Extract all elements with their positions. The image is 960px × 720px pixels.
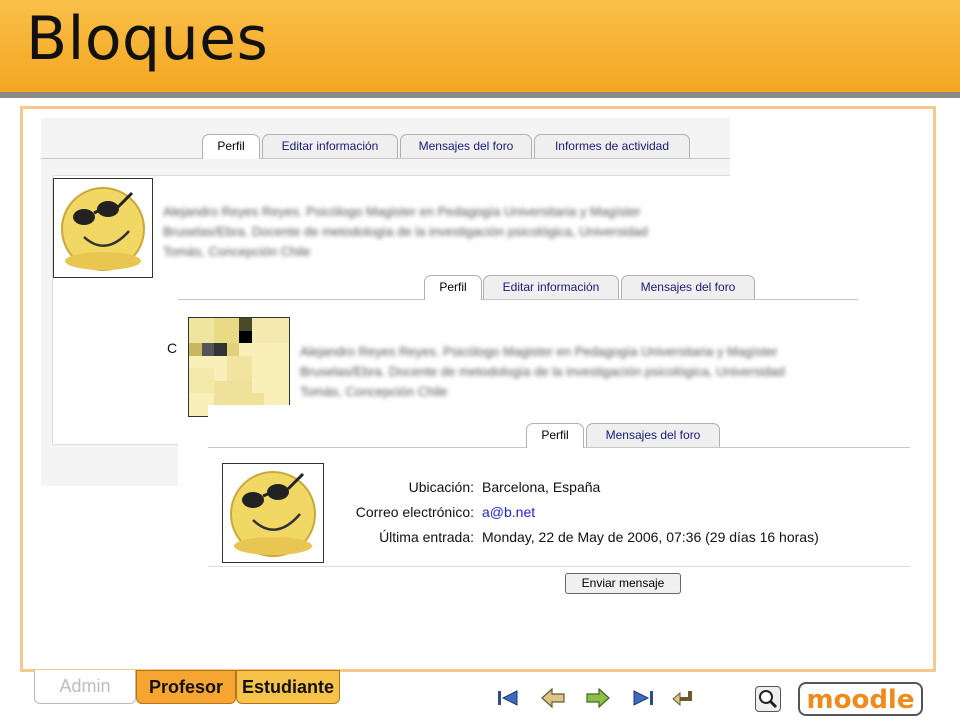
tab-bar: Perfil Mensajes del foro <box>208 421 910 448</box>
previous-slide-icon[interactable] <box>540 687 566 709</box>
email-link[interactable]: a@b.net <box>482 504 535 520</box>
last-slide-icon[interactable] <box>630 687 656 709</box>
pixelated-avatar-icon <box>189 318 289 416</box>
last-access-value: Monday, 22 de May de 2006, 07:36 (29 día… <box>482 529 819 545</box>
search-button[interactable] <box>755 686 781 712</box>
tab-informes-de-actividad[interactable]: Informes de actividad <box>534 134 690 158</box>
partial-label: C <box>167 340 178 356</box>
tab-mensajes-del-foro[interactable]: Mensajes del foro <box>586 423 720 447</box>
location-label: Ubicación: <box>408 479 474 495</box>
smiley-avatar-icon <box>61 187 145 271</box>
tab-bar: Perfil Editar información Mensajes del f… <box>178 273 858 300</box>
header-divider <box>0 92 960 98</box>
last-access-label: Última entrada: <box>379 529 474 545</box>
return-icon[interactable] <box>670 687 696 709</box>
tab-bar: Perfil Editar información Mensajes del f… <box>41 132 730 159</box>
email-label: Correo electrónico: <box>355 504 474 520</box>
location-value: Barcelona, España <box>482 479 601 495</box>
tab-perfil[interactable]: Perfil <box>202 134 260 159</box>
tab-editar-informacion[interactable]: Editar información <box>262 134 398 158</box>
first-slide-icon[interactable] <box>495 687 521 709</box>
profile-description: Alejandro Reyes Reyes. Psicólogo Magiste… <box>163 204 648 259</box>
role-tab-admin[interactable]: Admin <box>34 670 136 704</box>
slide-title: Bloques <box>26 4 269 74</box>
search-icon <box>759 690 778 709</box>
pixelated-avatar <box>188 317 290 417</box>
profile-description: Alejandro Reyes Reyes. Psicólogo Magiste… <box>300 344 785 399</box>
role-tab-estudiante[interactable]: Estudiante <box>236 670 340 704</box>
tab-mensajes-del-foro[interactable]: Mensajes del foro <box>621 275 755 299</box>
moodle-logo[interactable]: moodle <box>798 682 923 716</box>
profile-card: Ubicación: Barcelona, España Correo elec… <box>208 461 910 567</box>
smiley-avatar-icon <box>230 471 316 557</box>
tab-mensajes-del-foro[interactable]: Mensajes del foro <box>400 134 532 158</box>
tab-editar-informacion[interactable]: Editar información <box>483 275 619 299</box>
send-message-button[interactable]: Enviar mensaje <box>565 573 681 594</box>
next-slide-icon[interactable] <box>585 687 611 709</box>
slide-header: Bloques <box>0 0 960 92</box>
tab-perfil[interactable]: Perfil <box>526 423 584 448</box>
tab-perfil[interactable]: Perfil <box>424 275 482 300</box>
avatar <box>222 463 324 563</box>
avatar <box>53 178 153 278</box>
role-tab-profesor[interactable]: Profesor <box>136 670 236 704</box>
profile-screenshot-3: Perfil Mensajes del foro Ubicación: Barc… <box>208 405 910 603</box>
